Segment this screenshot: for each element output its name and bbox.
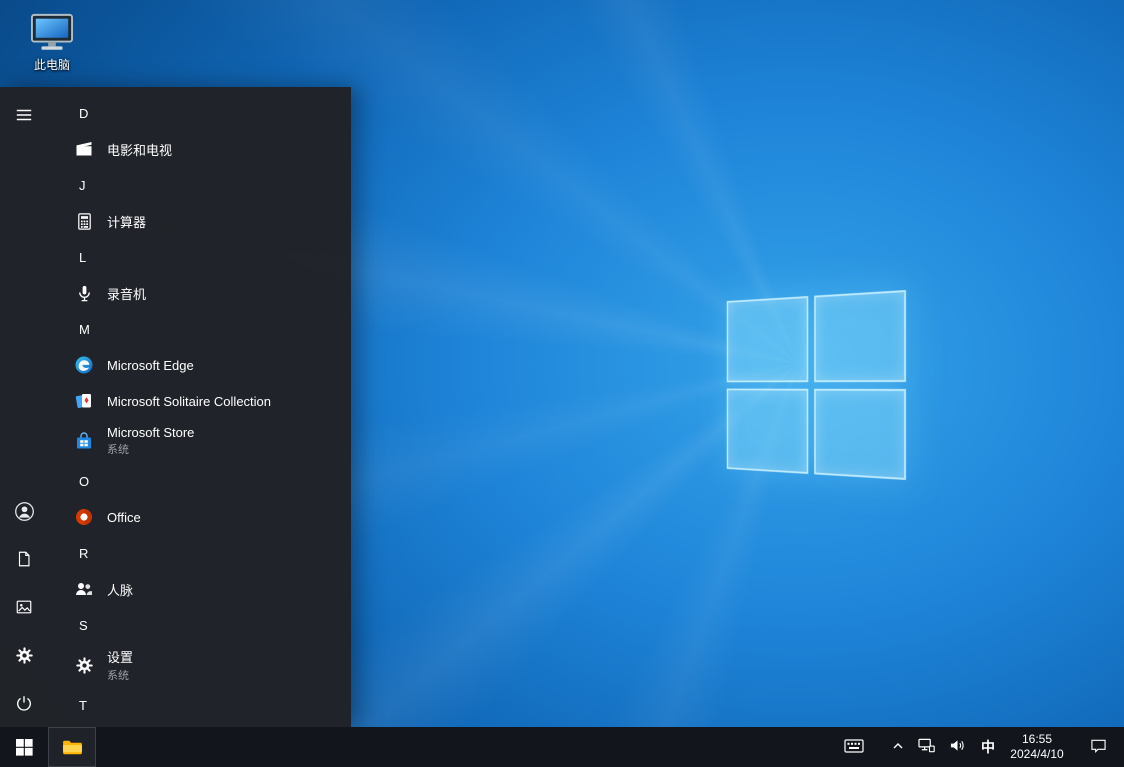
- app-label: Office: [107, 510, 141, 525]
- taskbar: 中 16:55 2024/4/10: [0, 727, 1124, 767]
- file-explorer-icon: [60, 735, 84, 759]
- app-sublabel: 系统: [107, 441, 194, 457]
- expand-menu-button[interactable]: [0, 91, 48, 139]
- app-item[interactable]: 电影和电视: [70, 131, 337, 167]
- app-label-group: Microsoft Edge: [107, 358, 194, 373]
- app-item[interactable]: Office: [70, 499, 337, 535]
- app-label: Microsoft Edge: [107, 358, 194, 373]
- section-letter-D[interactable]: D: [70, 95, 337, 131]
- section-letter-label: O: [79, 474, 89, 489]
- app-label: 人脉: [107, 580, 133, 599]
- app-label: 电影和电视: [107, 140, 172, 159]
- app-label-group: Office: [107, 510, 141, 525]
- app-label: 录音机: [107, 284, 146, 303]
- power-button[interactable]: [0, 679, 48, 727]
- pictures-icon: [12, 595, 36, 619]
- documents-button[interactable]: [0, 535, 48, 583]
- ime-mode-button[interactable]: 中: [973, 727, 1003, 767]
- documents-icon: [12, 547, 36, 571]
- app-sublabel: 系统: [107, 667, 133, 683]
- start-button[interactable]: [0, 727, 48, 767]
- section-letter-M[interactable]: M: [70, 311, 337, 347]
- section-letter-O[interactable]: O: [70, 463, 337, 499]
- section-letter-T[interactable]: T: [70, 687, 337, 723]
- app-item[interactable]: Microsoft Solitaire Collection: [70, 383, 337, 419]
- tray-date: 2024/4/10: [1010, 747, 1063, 762]
- settings-button[interactable]: [0, 631, 48, 679]
- keyboard-icon: [844, 738, 864, 757]
- desktop-icon-label: 此电脑: [34, 56, 70, 73]
- solitaire-icon: [72, 389, 96, 413]
- start-menu-rail: [0, 87, 48, 727]
- windows-logo-icon: [12, 735, 36, 759]
- user-icon: [12, 499, 36, 523]
- start-menu: D 电影和电视 J 计算器 L 录音机 M Microsoft Edge Microsoft S…: [0, 87, 351, 727]
- app-label: 设置: [107, 647, 133, 666]
- section-letter-S[interactable]: S: [70, 607, 337, 643]
- app-item[interactable]: 录音机: [70, 275, 337, 311]
- edge-icon: [72, 353, 96, 377]
- app-label: Microsoft Store: [107, 425, 194, 440]
- app-item[interactable]: Microsoft Edge: [70, 347, 337, 383]
- action-center-icon: [1090, 738, 1107, 756]
- speaker-icon: [949, 738, 966, 756]
- section-letter-label: L: [79, 250, 86, 265]
- windows-logo-pane: [727, 388, 808, 474]
- screen: 此电脑 D 电影和电视 J 计算器 L 录音机 M Microsoft Edge Microso…: [0, 0, 1124, 767]
- app-label-group: 电影和电视: [107, 140, 172, 159]
- voice-recorder-icon: [72, 281, 96, 305]
- windows-logo-pane: [814, 388, 906, 480]
- section-letter-J[interactable]: J: [70, 167, 337, 203]
- calculator-icon: [72, 209, 96, 233]
- store-icon: [72, 429, 96, 453]
- section-letter-label: T: [79, 698, 87, 713]
- section-letter-label: R: [79, 546, 88, 561]
- ime-keyboard-button[interactable]: [837, 727, 871, 767]
- pictures-button[interactable]: [0, 583, 48, 631]
- windows-logo-pane: [814, 290, 906, 382]
- start-menu-app-list: D 电影和电视 J 计算器 L 录音机 M Microsoft Edge Microsoft S…: [48, 87, 351, 727]
- app-item[interactable]: 设置系统: [70, 643, 337, 687]
- movies-tv-icon: [72, 137, 96, 161]
- action-center-button[interactable]: [1077, 727, 1120, 767]
- this-pc-icon: [28, 11, 76, 55]
- power-icon: [12, 691, 36, 715]
- desktop-icon-this-pc[interactable]: 此电脑: [14, 8, 90, 76]
- user-account-button[interactable]: [0, 487, 48, 535]
- section-letter-label: S: [79, 618, 88, 633]
- volume-button[interactable]: [942, 727, 973, 767]
- network-icon: [918, 738, 935, 756]
- wallpaper-windows-logo: [727, 290, 906, 480]
- section-letter-label: D: [79, 106, 88, 121]
- hamburger-icon: [12, 103, 36, 127]
- system-tray: 中 16:55 2024/4/10: [837, 727, 1124, 767]
- file-explorer-button[interactable]: [48, 727, 96, 767]
- hidden-icons-button[interactable]: [885, 727, 911, 767]
- people-icon: [72, 577, 96, 601]
- windows-logo-pane: [727, 296, 808, 382]
- tray-time: 16:55: [1022, 732, 1052, 747]
- app-item[interactable]: Microsoft Store系统: [70, 419, 337, 463]
- app-label-group: Microsoft Store系统: [107, 425, 194, 457]
- app-item[interactable]: 人脉: [70, 571, 337, 607]
- network-button[interactable]: [911, 727, 942, 767]
- chevron-up-icon: [892, 740, 904, 755]
- section-letter-label: J: [79, 178, 86, 193]
- app-label-group: 计算器: [107, 212, 146, 231]
- app-label-group: 人脉: [107, 580, 133, 599]
- settings-icon: [72, 653, 96, 677]
- app-item[interactable]: 计算器: [70, 203, 337, 239]
- office-icon: [72, 505, 96, 529]
- section-letter-R[interactable]: R: [70, 535, 337, 571]
- settings-icon: [12, 643, 36, 667]
- section-letter-label: M: [79, 322, 90, 337]
- start-menu-rail-bottom: [0, 487, 48, 727]
- clock-button[interactable]: 16:55 2024/4/10: [1003, 727, 1071, 767]
- app-label-group: 录音机: [107, 284, 146, 303]
- section-letter-L[interactable]: L: [70, 239, 337, 275]
- app-label: 计算器: [107, 212, 146, 231]
- app-label: Microsoft Solitaire Collection: [107, 394, 271, 409]
- app-label-group: 设置系统: [107, 647, 133, 683]
- app-label-group: Microsoft Solitaire Collection: [107, 394, 271, 409]
